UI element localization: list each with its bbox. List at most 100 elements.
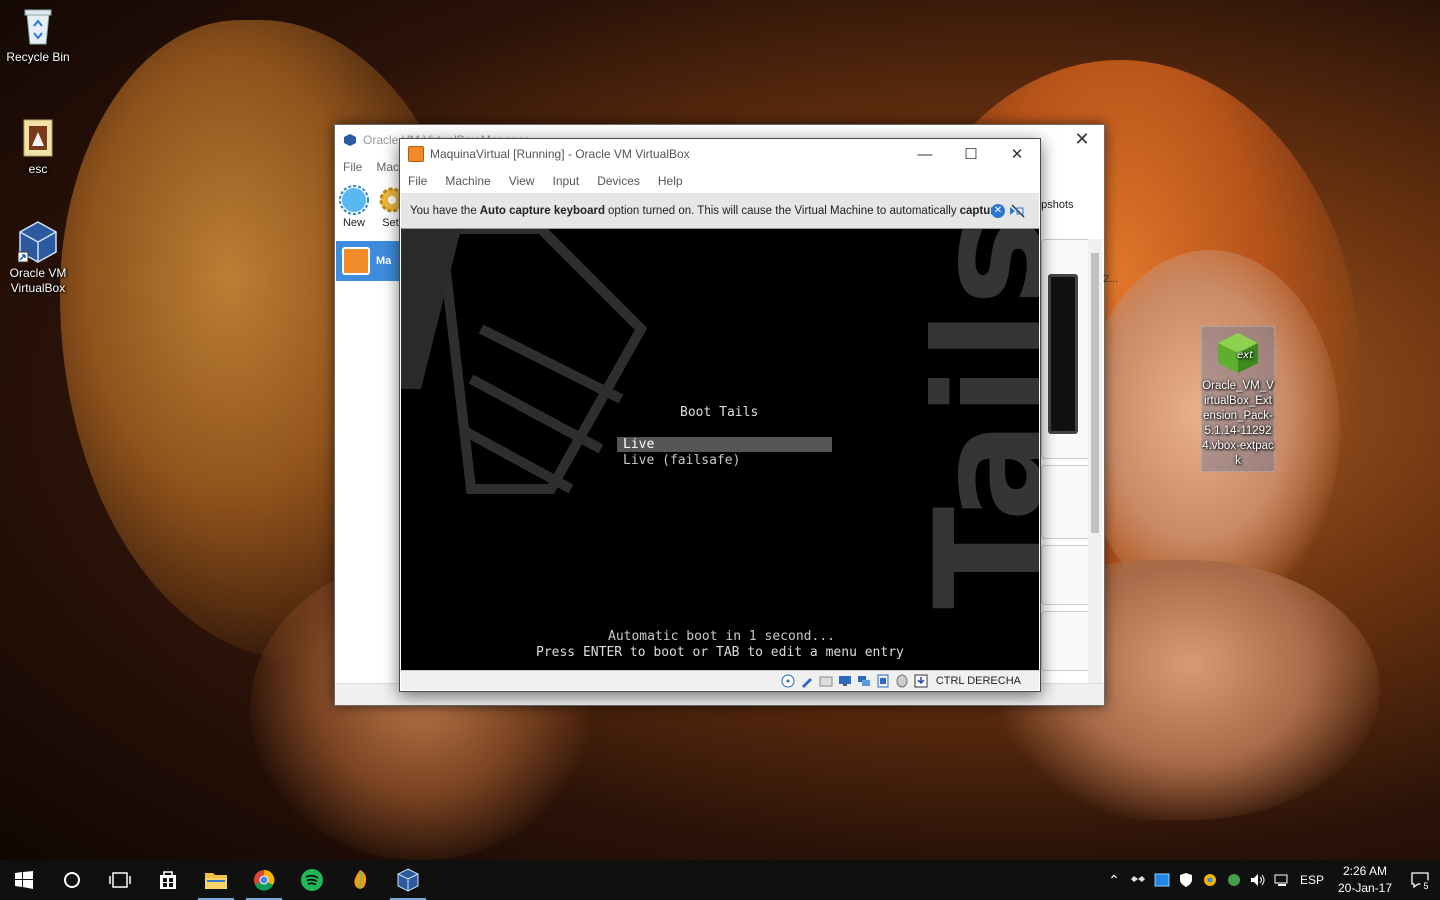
desktop-icon-esc[interactable]: esc — [0, 118, 76, 177]
folder-icon — [18, 118, 58, 158]
virtualbox-icon — [397, 868, 419, 892]
preview-thumbnail — [1048, 274, 1078, 434]
start-button[interactable] — [0, 860, 48, 900]
store-icon — [160, 871, 176, 889]
boot-entry-failsafe[interactable]: Live (failsafe) — [623, 453, 740, 468]
volume-icon[interactable] — [1246, 860, 1270, 900]
fl-studio-icon — [354, 870, 367, 889]
action-center-button[interactable]: 5 — [1400, 860, 1440, 900]
network-tray-icon[interactable] — [1270, 860, 1294, 900]
new-label: New — [342, 217, 365, 229]
new-button[interactable]: New — [339, 185, 369, 229]
show-hidden-icons-button[interactable]: ⌃ — [1102, 860, 1126, 900]
chevron-up-icon: ⌃ — [1108, 871, 1120, 888]
notification-count: 5 — [1420, 880, 1432, 892]
chrome-button[interactable] — [240, 860, 288, 900]
network-icon[interactable] — [856, 674, 872, 688]
recycle-bin-label: Recycle Bin — [6, 50, 70, 64]
esc-label: esc — [28, 162, 48, 176]
keyboard-capture-notice: You have the Auto capture keyboard optio… — [401, 193, 1039, 229]
vm-menubar: File Machine View Input Devices Help — [400, 169, 1040, 193]
vm-title: MaquinaVirtual [Running] - Oracle VM Vir… — [430, 147, 690, 161]
details-box-display — [1041, 545, 1093, 605]
notice-dismiss-icon[interactable]: ✕ — [991, 204, 1005, 218]
cortana-button[interactable] — [48, 860, 96, 900]
recording-icon[interactable] — [875, 674, 891, 688]
maximize-button[interactable]: ☐ — [948, 139, 994, 169]
desktop-icon-recycle-bin[interactable]: Recycle Bin — [0, 6, 76, 65]
boot-menu-title: Boot Tails — [680, 405, 759, 420]
tails-vm-icon — [342, 247, 370, 275]
boot-entry-live[interactable]: Live — [617, 437, 832, 452]
minimize-button[interactable]: — — [902, 139, 948, 169]
mouse-integration-icon[interactable] — [894, 674, 910, 688]
vm-item-label: Ma — [376, 255, 392, 267]
notice-middle: option turned on. This will cause the Vi… — [607, 204, 957, 217]
notice-prefix: You have the — [410, 204, 477, 217]
virtualbox-taskbar-button[interactable] — [384, 860, 432, 900]
chrome-tray-icon[interactable] — [1198, 860, 1222, 900]
manager-menu-file[interactable]: File — [343, 160, 362, 174]
green-tray-icon[interactable] — [1222, 860, 1246, 900]
vm-list: Ma — [335, 239, 405, 679]
preview-truncated: 2... — [1103, 273, 1119, 285]
task-view-icon — [109, 872, 131, 888]
ext-cube-icon: ext — [1216, 331, 1260, 375]
virtualbox-icon — [18, 221, 58, 263]
menu-machine[interactable]: Machine — [445, 174, 490, 188]
details-box-general — [1041, 239, 1093, 459]
boot-instructions: Press ENTER to boot or TAB to edit a men… — [536, 645, 904, 660]
language-indicator[interactable]: ESP — [1294, 860, 1330, 900]
clock-time: 2:26 AM — [1342, 864, 1388, 878]
vm-statusbar: CTRL DERECHA — [401, 670, 1039, 690]
task-view-button[interactable] — [96, 860, 144, 900]
cortana-icon — [64, 872, 80, 888]
fl-studio-button[interactable] — [336, 860, 384, 900]
dropbox-tray-icon[interactable] — [1126, 860, 1150, 900]
notice-mute-icon[interactable] — [1009, 204, 1025, 218]
virtualbox-label: Oracle VM VirtualBox — [9, 266, 67, 295]
menu-view[interactable]: View — [509, 174, 535, 188]
tails-brand-text: Tails — [904, 229, 1039, 609]
taskbar: ⌃ ESP 2:26 AM 20-Jan-17 5 — [0, 860, 1440, 900]
vm-window[interactable]: MaquinaVirtual [Running] - Oracle VM Vir… — [399, 138, 1041, 692]
scrollbar-thumb[interactable] — [1091, 253, 1099, 533]
tray-app-icon[interactable] — [1150, 860, 1174, 900]
manager-scrollbar[interactable] — [1088, 239, 1102, 687]
display-icon[interactable] — [837, 674, 853, 688]
file-explorer-icon — [205, 873, 227, 889]
defender-shield-icon[interactable] — [1174, 860, 1198, 900]
chrome-icon — [254, 869, 275, 891]
tails-app-icon — [408, 146, 424, 162]
manager-close-button[interactable]: ✕ — [1070, 129, 1094, 151]
desktop-icon-virtualbox[interactable]: Oracle VM VirtualBox — [0, 221, 76, 296]
desktop-icon-extpack[interactable]: ext Oracle_VM_VirtualBox_Extension_Pack-… — [1201, 326, 1275, 472]
vm-window-controls: — ☐ ✕ — [902, 139, 1040, 169]
manager-toolbar: New Sett — [335, 181, 405, 233]
autoboot-countdown: Automatic boot in 1 second... — [608, 629, 835, 644]
menu-help[interactable]: Help — [658, 174, 683, 188]
spotify-button[interactable] — [288, 860, 336, 900]
menu-devices[interactable]: Devices — [597, 174, 640, 188]
menu-file[interactable]: File — [408, 174, 427, 188]
details-box-system — [1041, 465, 1093, 539]
file-explorer-button[interactable] — [192, 860, 240, 900]
keyboard-capture-icon[interactable] — [913, 674, 929, 688]
manager-menu-machine[interactable]: Mac — [376, 160, 399, 174]
usb-pen-icon[interactable] — [799, 674, 815, 688]
clock[interactable]: 2:26 AM 20-Jan-17 — [1330, 863, 1400, 897]
close-button[interactable]: ✕ — [994, 139, 1040, 169]
store-button[interactable] — [144, 860, 192, 900]
details-panel — [1041, 239, 1093, 689]
vm-list-item[interactable]: Ma — [336, 241, 404, 281]
vm-display[interactable]: Tails Boot Tails Live Live (failsafe) Au… — [401, 229, 1039, 671]
svg-text:ext: ext — [1237, 350, 1254, 361]
optical-drive-icon[interactable] — [780, 674, 796, 688]
menu-input[interactable]: Input — [553, 174, 580, 188]
recycle-bin-icon — [18, 6, 58, 46]
details-box-storage — [1041, 611, 1093, 671]
shared-folder-icon[interactable] — [818, 674, 834, 688]
new-starburst-icon — [339, 185, 369, 215]
host-key-label: CTRL DERECHA — [935, 674, 1021, 687]
notice-bold-1: Auto capture keyboard — [479, 204, 605, 217]
